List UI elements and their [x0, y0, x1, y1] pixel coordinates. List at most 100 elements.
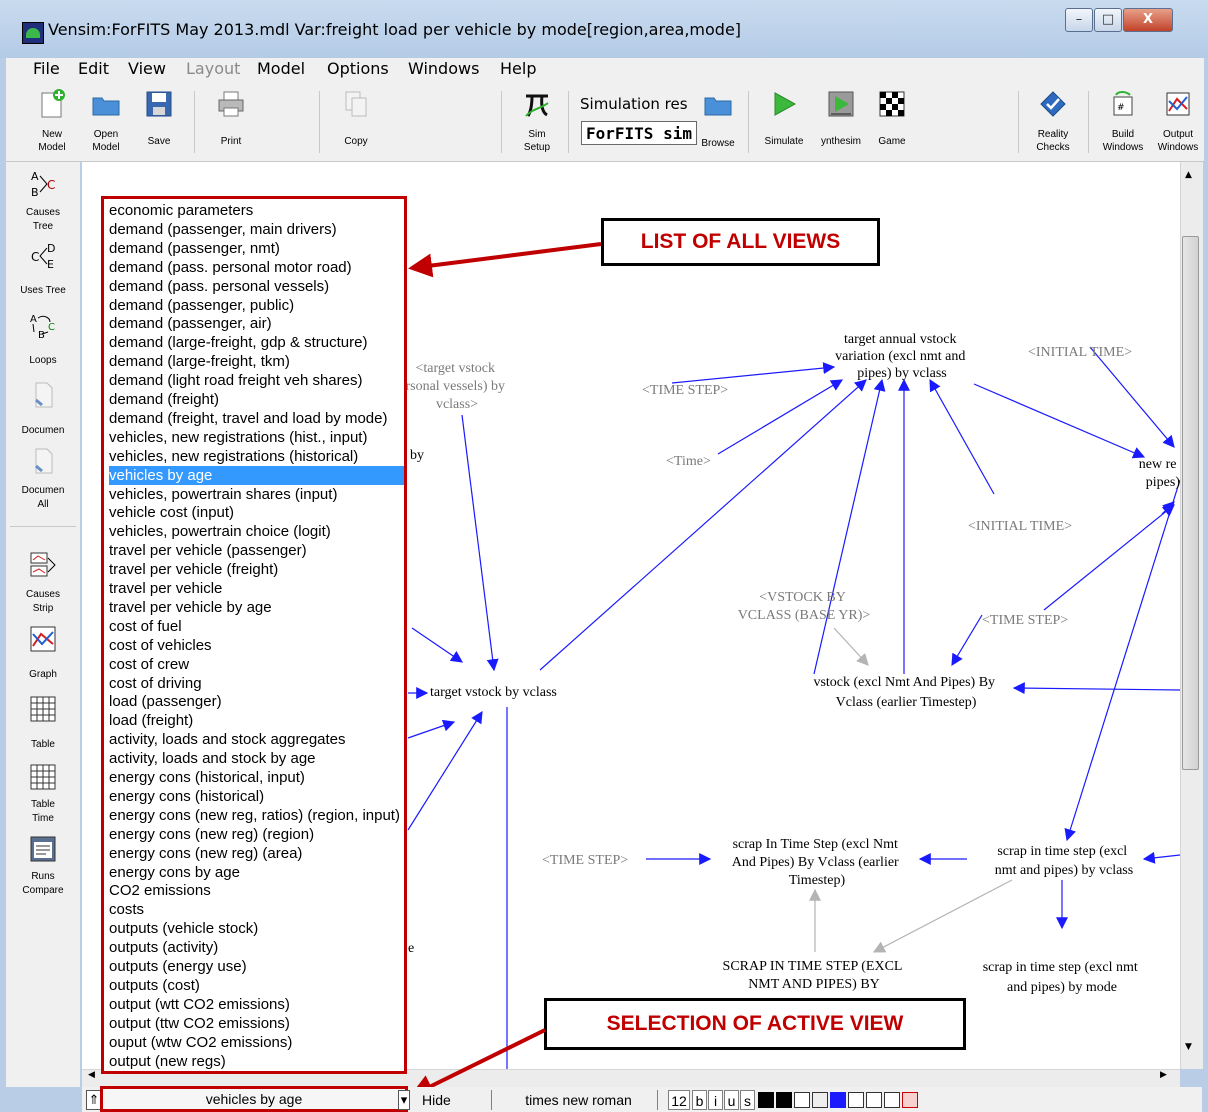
maximize-button[interactable]: □ — [1094, 8, 1122, 32]
var-icon[interactable] — [884, 1092, 900, 1108]
view-list-item[interactable]: demand (large-freight, gdp & structure) — [109, 333, 404, 352]
menu-model[interactable]: Model — [257, 58, 305, 80]
sim-setup-button[interactable]: Sim Setup — [517, 81, 557, 161]
graph-tool[interactable]: Graph — [6, 622, 80, 684]
view-list-item[interactable]: energy cons by age — [109, 863, 404, 882]
view-list-item[interactable]: cost of crew — [109, 655, 404, 674]
uses-tree-tool[interactable]: C D E Uses Tree — [6, 238, 80, 300]
game-button[interactable]: Game — [872, 81, 912, 161]
view-list-item[interactable]: output (ttw CO2 emissions) — [109, 1014, 404, 1033]
menu-help[interactable]: Help — [500, 58, 536, 80]
view-list-item[interactable]: demand (passenger, nmt) — [109, 239, 404, 258]
view-list-item[interactable]: costs — [109, 900, 404, 919]
close-button[interactable]: X — [1123, 8, 1173, 32]
active-view-selector[interactable]: vehicles by age — [100, 1086, 408, 1112]
copy-button[interactable]: Copy — [336, 81, 376, 161]
position-icon[interactable] — [812, 1092, 828, 1108]
open-model-button[interactable]: Open Model — [86, 81, 126, 161]
menu-file[interactable]: File — [33, 58, 60, 80]
view-list-item[interactable]: vehicles, new registrations (historical) — [109, 447, 404, 466]
view-dropdown-icon[interactable]: ▾ — [398, 1090, 410, 1110]
simulation-results-input[interactable]: ForFITS sim — [581, 121, 697, 145]
view-list-item[interactable]: travel per vehicle (freight) — [109, 560, 404, 579]
view-list-item[interactable]: demand (large-freight, tkm) — [109, 352, 404, 371]
italic-toggle[interactable]: i — [708, 1090, 723, 1110]
synthesim-button[interactable]: ynthesim — [812, 81, 870, 161]
font-selector[interactable]: times new roman — [500, 1090, 658, 1110]
view-list-item[interactable]: demand (light road freight veh shares) — [109, 371, 404, 390]
view-list-item[interactable]: energy cons (historical, input) — [109, 768, 404, 787]
output-windows-button[interactable]: Output Windows — [1152, 81, 1204, 161]
view-list-item[interactable]: cost of vehicles — [109, 636, 404, 655]
font-size-selector[interactable]: 12 — [668, 1090, 690, 1110]
style-icon[interactable] — [902, 1092, 918, 1108]
view-list-item[interactable]: CO2 emissions — [109, 881, 404, 900]
view-list-item[interactable]: load (freight) — [109, 711, 404, 730]
view-list-item[interactable]: cost of driving — [109, 674, 404, 693]
view-list-item[interactable]: output (wtt CO2 emissions) — [109, 995, 404, 1014]
menu-edit[interactable]: Edit — [78, 58, 109, 80]
view-list-item[interactable]: vehicles, powertrain choice (logit) — [109, 522, 404, 541]
menu-windows[interactable]: Windows — [408, 58, 479, 80]
view-list-item[interactable]: outputs (activity) — [109, 938, 404, 957]
view-list-item[interactable]: demand (pass. personal motor road) — [109, 258, 404, 277]
view-list-item[interactable]: energy cons (new reg) (area) — [109, 844, 404, 863]
view-list-item[interactable]: activity, loads and stock by age — [109, 749, 404, 768]
new-model-button[interactable]: New Model — [32, 81, 72, 161]
build-windows-button[interactable]: # Build Windows — [1098, 81, 1148, 161]
view-list-item[interactable]: demand (passenger, air) — [109, 314, 404, 333]
simulate-button[interactable]: Simulate — [758, 81, 810, 161]
underline-toggle[interactable]: u — [724, 1090, 739, 1110]
view-list-item[interactable]: demand (passenger, main drivers) — [109, 220, 404, 239]
browse-button[interactable]: Browse — [698, 81, 738, 161]
view-list-item[interactable]: vehicle cost (input) — [109, 503, 404, 522]
view-list-item[interactable]: others — [109, 1070, 404, 1071]
vertical-scroll-thumb[interactable] — [1182, 236, 1199, 770]
view-list-item[interactable]: load (passenger) — [109, 692, 404, 711]
view-list-item[interactable]: outputs (vehicle stock) — [109, 919, 404, 938]
view-list-item[interactable]: ouput (wtw CO2 emissions) — [109, 1033, 404, 1052]
view-list-item[interactable]: cost of fuel — [109, 617, 404, 636]
view-list-item[interactable]: travel per vehicle (passenger) — [109, 541, 404, 560]
menu-view[interactable]: View — [128, 58, 166, 80]
hide-button[interactable]: Hide — [412, 1090, 492, 1110]
view-list-item[interactable]: energy cons (new reg) (region) — [109, 825, 404, 844]
view-list-item[interactable]: demand (passenger, public) — [109, 296, 404, 315]
loops-tool[interactable]: A B C Loops — [6, 308, 80, 370]
fill-color-icon[interactable] — [776, 1092, 792, 1108]
table-tool[interactable]: Table — [6, 692, 80, 754]
scroll-up-icon[interactable]: ▲ — [1185, 170, 1192, 180]
text-color-icon[interactable] — [758, 1092, 774, 1108]
view-list-item[interactable]: energy cons (new reg, ratios) (region, i… — [109, 806, 404, 825]
minimize-button[interactable]: – — [1065, 8, 1093, 32]
views-dropdown-list[interactable]: economic parameters demand (passenger, ma… — [101, 196, 407, 1074]
document-all-tool[interactable]: Documen All — [6, 444, 80, 516]
arrow-style-icon[interactable] — [848, 1092, 864, 1108]
document-tool[interactable]: Documen — [6, 378, 80, 442]
view-list-item[interactable]: vehicles, powertrain shares (input) — [109, 485, 404, 504]
sort-icon[interactable] — [866, 1092, 882, 1108]
view-list-item[interactable]: travel per vehicle — [109, 579, 404, 598]
view-list-item[interactable]: outputs (cost) — [109, 976, 404, 995]
scroll-left-icon[interactable]: ◀ — [88, 1070, 95, 1080]
line-color-icon[interactable] — [830, 1092, 846, 1108]
view-list-item[interactable]: outputs (energy use) — [109, 957, 404, 976]
view-list-item[interactable]: economic parameters — [109, 201, 404, 220]
save-button[interactable]: Save — [141, 81, 177, 161]
view-list-item[interactable]: travel per vehicle by age — [109, 598, 404, 617]
runs-compare-tool[interactable]: Runs Compare — [6, 832, 80, 902]
view-list-item[interactable]: activity, loads and stock aggregates — [109, 730, 404, 749]
view-list-item[interactable]: demand (pass. personal vessels) — [109, 277, 404, 296]
menu-options[interactable]: Options — [327, 58, 389, 80]
strike-toggle[interactable]: s — [740, 1090, 755, 1110]
view-list-item[interactable]: energy cons (historical) — [109, 787, 404, 806]
view-list-item[interactable]: demand (freight, travel and load by mode… — [109, 409, 404, 428]
reality-checks-button[interactable]: Reality Checks — [1031, 81, 1075, 161]
table-time-tool[interactable]: Table Time — [6, 760, 80, 830]
print-button[interactable]: Print — [211, 81, 251, 161]
scroll-right-icon[interactable]: ▶ — [1160, 1070, 1167, 1080]
view-list-item[interactable]: vehicles, new registrations (hist., inpu… — [109, 428, 404, 447]
menu-layout[interactable]: Layout — [186, 58, 240, 80]
view-list-item[interactable]: vehicles by age — [109, 465, 404, 485]
view-list-item[interactable]: demand (freight) — [109, 390, 404, 409]
